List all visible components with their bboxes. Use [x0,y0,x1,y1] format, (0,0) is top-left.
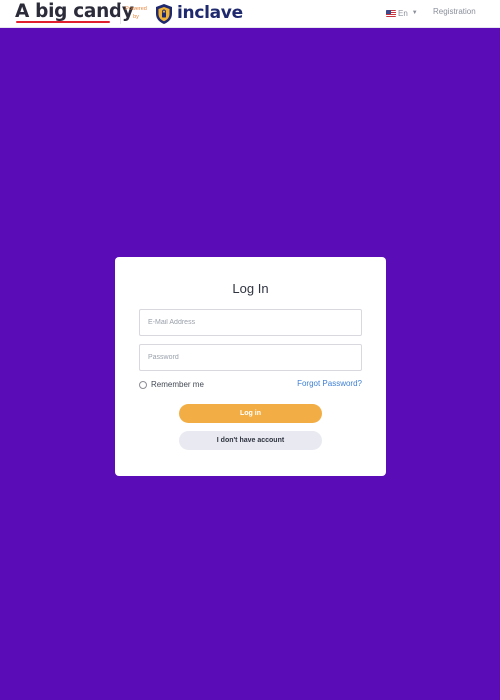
registration-link[interactable]: Registration [433,7,476,16]
brand-logo-text[interactable]: A big candy [15,1,134,23]
brand-logo-underline [16,21,110,23]
password-field[interactable] [139,344,362,371]
no-account-button[interactable]: I don't have account [179,431,322,450]
language-label: En [398,8,408,18]
login-title: Log In [232,281,269,296]
remember-me-checkbox[interactable] [139,380,147,389]
login-button[interactable]: Log in [179,404,322,423]
us-flag-icon [386,9,396,17]
top-navigation-bar: A big candy Powered by inclave En ▼ Regi… [0,0,500,28]
chevron-down-icon: ▼ [411,10,418,16]
header-divider [120,4,121,24]
inclave-shield-icon [156,4,172,24]
language-selector[interactable]: En ▼ [386,7,418,19]
inclave-logo-text: inclave [177,3,243,23]
remember-me-label: Remember me [151,380,204,389]
email-input[interactable] [140,310,361,335]
remember-me-control[interactable]: Remember me [139,380,204,389]
powered-by-label: Powered by [125,6,147,20]
login-card: Log In Remember me Forgot Password? Log … [115,257,386,476]
forgot-password-link[interactable]: Forgot Password? [297,379,362,388]
email-field[interactable] [139,309,362,336]
password-input[interactable] [140,345,361,370]
